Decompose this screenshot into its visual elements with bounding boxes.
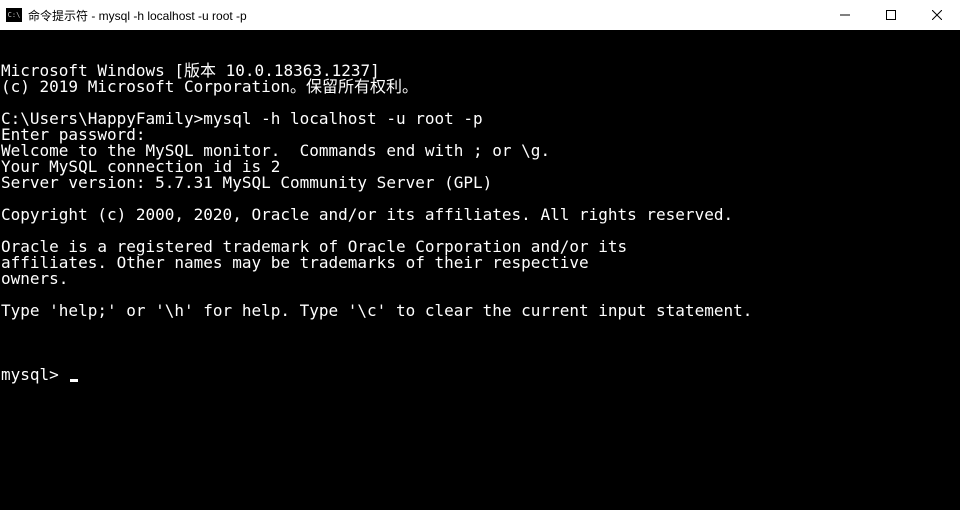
cursor: [70, 379, 78, 382]
cmd-icon: C:\: [6, 8, 22, 22]
cmd-icon-label: C:\: [8, 12, 21, 19]
minimize-button[interactable]: [822, 0, 868, 30]
terminal-line: (c) 2019 Microsoft Corporation。保留所有权利。: [1, 79, 960, 95]
terminal-line: Server version: 5.7.31 MySQL Community S…: [1, 175, 960, 191]
terminal-line: [1, 319, 960, 335]
titlebar[interactable]: C:\ 命令提示符 - mysql -h localhost -u root -…: [0, 0, 960, 30]
close-button[interactable]: [914, 0, 960, 30]
prompt-line: mysql>: [1, 367, 960, 383]
terminal-line: Type 'help;' or '\h' for help. Type '\c'…: [1, 303, 960, 319]
terminal-line: Copyright (c) 2000, 2020, Oracle and/or …: [1, 207, 960, 223]
maximize-button[interactable]: [868, 0, 914, 30]
minimize-icon: [840, 10, 850, 20]
prompt-text: mysql>: [1, 367, 68, 383]
terminal-output[interactable]: Microsoft Windows [版本 10.0.18363.1237](c…: [0, 30, 960, 399]
terminal-lines: Microsoft Windows [版本 10.0.18363.1237](c…: [1, 63, 960, 335]
maximize-icon: [886, 10, 896, 20]
terminal-line: affiliates. Other names may be trademark…: [1, 255, 960, 271]
terminal-line: owners.: [1, 271, 960, 287]
close-icon: [932, 10, 942, 20]
window-title: 命令提示符 - mysql -h localhost -u root -p: [28, 7, 247, 24]
window-controls: [822, 0, 960, 30]
